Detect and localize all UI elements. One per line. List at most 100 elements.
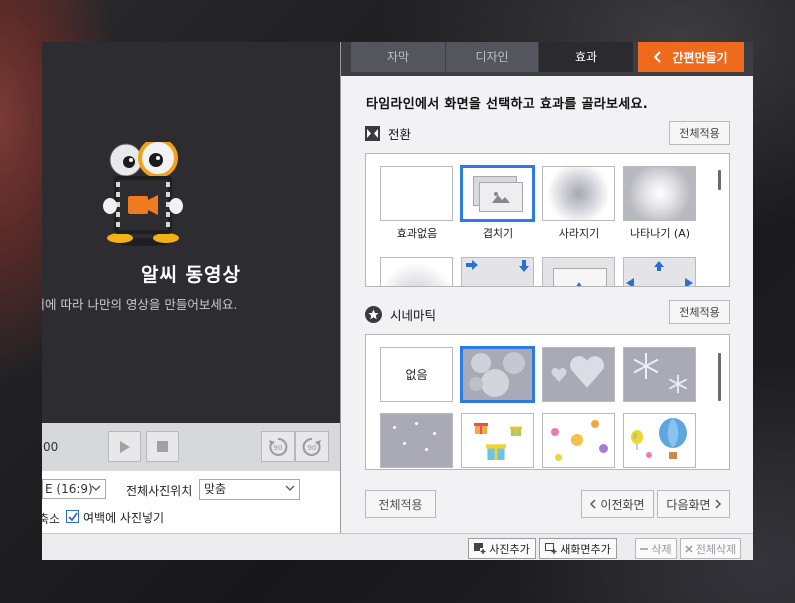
aspect-ratio-select[interactable]: E (16:9) — [42, 479, 106, 499]
photo-options: E (16:9) 전체사진위치 맞춤 축소 여백에 사진넣기 — [42, 471, 340, 533]
chevron-right-icon — [715, 499, 721, 509]
transition-expand-tile[interactable] — [623, 257, 696, 286]
transition-label: 나타나기 (A) — [629, 227, 691, 240]
add-new-screen-label: 새화면추가 — [560, 542, 611, 556]
app-subtitle: 순서에 따라 나만의 영상을 만들어보세요. — [42, 297, 238, 312]
tab-bar: 자막 디자인 효과 간편만들기 — [341, 42, 753, 76]
arrow-up-icon — [576, 282, 582, 286]
cinematic-balloons-tile[interactable] — [623, 413, 696, 468]
shrink-label: 축소 — [42, 512, 61, 526]
bottom-toolbar: 사진추가 새화면추가 삭제 전체삭제 — [42, 533, 753, 560]
margin-photo-checkbox[interactable] — [66, 510, 79, 523]
rotate-right-button[interactable]: 90 — [295, 431, 329, 462]
transition-fade-out-tile[interactable] — [542, 166, 615, 221]
app-window: 알씨 동영상 순서에 따라 나만의 영상을 만들어보세요. :00 90 90 — [42, 42, 753, 560]
cinematic-header: 시네마틱 — [365, 305, 436, 324]
balloon-icon — [631, 430, 643, 450]
balloon-icon — [659, 418, 687, 459]
tab-subtitle[interactable]: 자막 — [351, 42, 446, 72]
photo-position-select[interactable]: 맞춤 — [199, 479, 300, 500]
delete-button[interactable]: 삭제 — [635, 538, 677, 559]
transition-grid: 효과없음 겹치기 사라지기 나타나기 (A) — [365, 153, 730, 287]
tab-design[interactable]: 디자인 — [446, 42, 539, 72]
add-photo-icon — [474, 543, 487, 554]
close-icon — [685, 544, 693, 553]
transition-none-tile[interactable] — [380, 166, 453, 221]
transition-scrollbar[interactable] — [718, 170, 721, 190]
cinematic-apply-all-button[interactable]: 전체적용 — [669, 300, 730, 324]
transition-fade-in-tile[interactable] — [623, 166, 696, 221]
add-photo-label: 사진추가 — [489, 542, 530, 556]
transition-circle-tile[interactable] — [380, 257, 453, 286]
next-screen-label: 다음화면 — [666, 497, 711, 512]
transition-push-tile[interactable] — [461, 257, 534, 286]
time-display: :00 — [42, 440, 59, 454]
gift-icon — [510, 426, 522, 436]
cinematic-dots-tile[interactable] — [380, 413, 453, 468]
playback-controls: :00 90 90 — [42, 423, 340, 471]
instruction-text: 타임라인에서 화면을 선택하고 효과를 골라보세요. — [366, 97, 649, 112]
add-screen-icon — [545, 543, 557, 554]
prev-screen-button[interactable]: 이전화면 — [581, 490, 654, 518]
heart-icon — [570, 356, 604, 388]
minus-icon — [640, 547, 649, 550]
photo-position-label: 전체사진위치 — [126, 484, 193, 498]
cinematic-hearts-tile[interactable] — [542, 347, 615, 402]
chevron-down-icon — [285, 485, 295, 491]
tab-effects[interactable]: 효과 — [539, 42, 634, 72]
video-preview: 알씨 동영상 순서에 따라 나만의 영상을 만들어보세요. — [42, 42, 340, 423]
rotate-right-90-icon: 90 — [302, 437, 321, 456]
cinematic-grid: 없음 — [365, 334, 730, 470]
chevron-left-icon — [590, 499, 596, 509]
rotate-left-90-icon: 90 — [269, 437, 288, 456]
cinematic-bokeh-tile[interactable] — [460, 346, 535, 403]
next-screen-button[interactable]: 다음화면 — [657, 490, 730, 518]
effects-panel: 자막 디자인 효과 간편만들기 타임라인에서 화면을 선택하고 효과를 골라보세… — [341, 42, 753, 533]
svg-text:90: 90 — [274, 444, 283, 452]
chevron-left-icon — [654, 51, 662, 63]
alsee-mascot-logo — [103, 142, 183, 246]
cinematic-scrollbar[interactable] — [718, 353, 721, 401]
heart-icon — [551, 368, 567, 382]
play-icon — [119, 440, 130, 453]
arrow-right-icon — [685, 278, 693, 286]
arrow-up-icon — [654, 261, 664, 271]
gift-icon — [474, 423, 488, 434]
apply-all-button[interactable]: 전체적용 — [365, 490, 436, 518]
cinematic-snow-tile[interactable] — [623, 347, 696, 402]
image-icon — [492, 192, 510, 203]
snowflake-icon — [633, 353, 659, 379]
arrow-left-icon — [626, 278, 634, 286]
cinematic-flowers-tile[interactable] — [542, 413, 615, 468]
cinematic-none-tile[interactable]: 없음 — [380, 347, 453, 402]
star-icon — [365, 306, 382, 323]
transition-label: 사라지기 — [558, 227, 600, 240]
stop-button[interactable] — [146, 431, 179, 462]
add-new-screen-button[interactable]: 새화면추가 — [539, 538, 617, 559]
rotate-left-button[interactable]: 90 — [261, 431, 295, 462]
margin-photo-label: 여백에 사진넣기 — [83, 511, 165, 525]
aspect-ratio-value: E (16:9) — [45, 482, 93, 496]
transition-header: 전환 — [365, 124, 411, 143]
svg-text:90: 90 — [308, 444, 317, 452]
delete-label: 삭제 — [651, 542, 672, 556]
play-button[interactable] — [108, 431, 141, 462]
snowflake-icon — [669, 374, 687, 394]
transition-page-tile[interactable] — [542, 257, 615, 286]
add-photo-button[interactable]: 사진추가 — [468, 538, 536, 559]
photo-position-value: 맞춤 — [204, 482, 227, 496]
check-icon — [67, 511, 78, 521]
transition-apply-all-button[interactable]: 전체적용 — [669, 121, 730, 145]
quick-make-label: 간편만들기 — [672, 50, 728, 65]
cinematic-gifts-tile[interactable] — [461, 413, 534, 468]
delete-all-button[interactable]: 전체삭제 — [680, 538, 741, 559]
arrow-right-icon — [466, 260, 478, 270]
transition-label: 겹치기 — [482, 227, 514, 240]
stop-icon — [157, 441, 168, 452]
chevron-down-icon — [91, 485, 101, 491]
quick-make-button[interactable]: 간편만들기 — [638, 42, 744, 72]
app-title: 알씨 동영상 — [140, 264, 241, 286]
transition-title: 전환 — [388, 127, 412, 142]
transition-overlap-tile[interactable] — [460, 165, 535, 222]
delete-all-label: 전체삭제 — [695, 542, 737, 556]
